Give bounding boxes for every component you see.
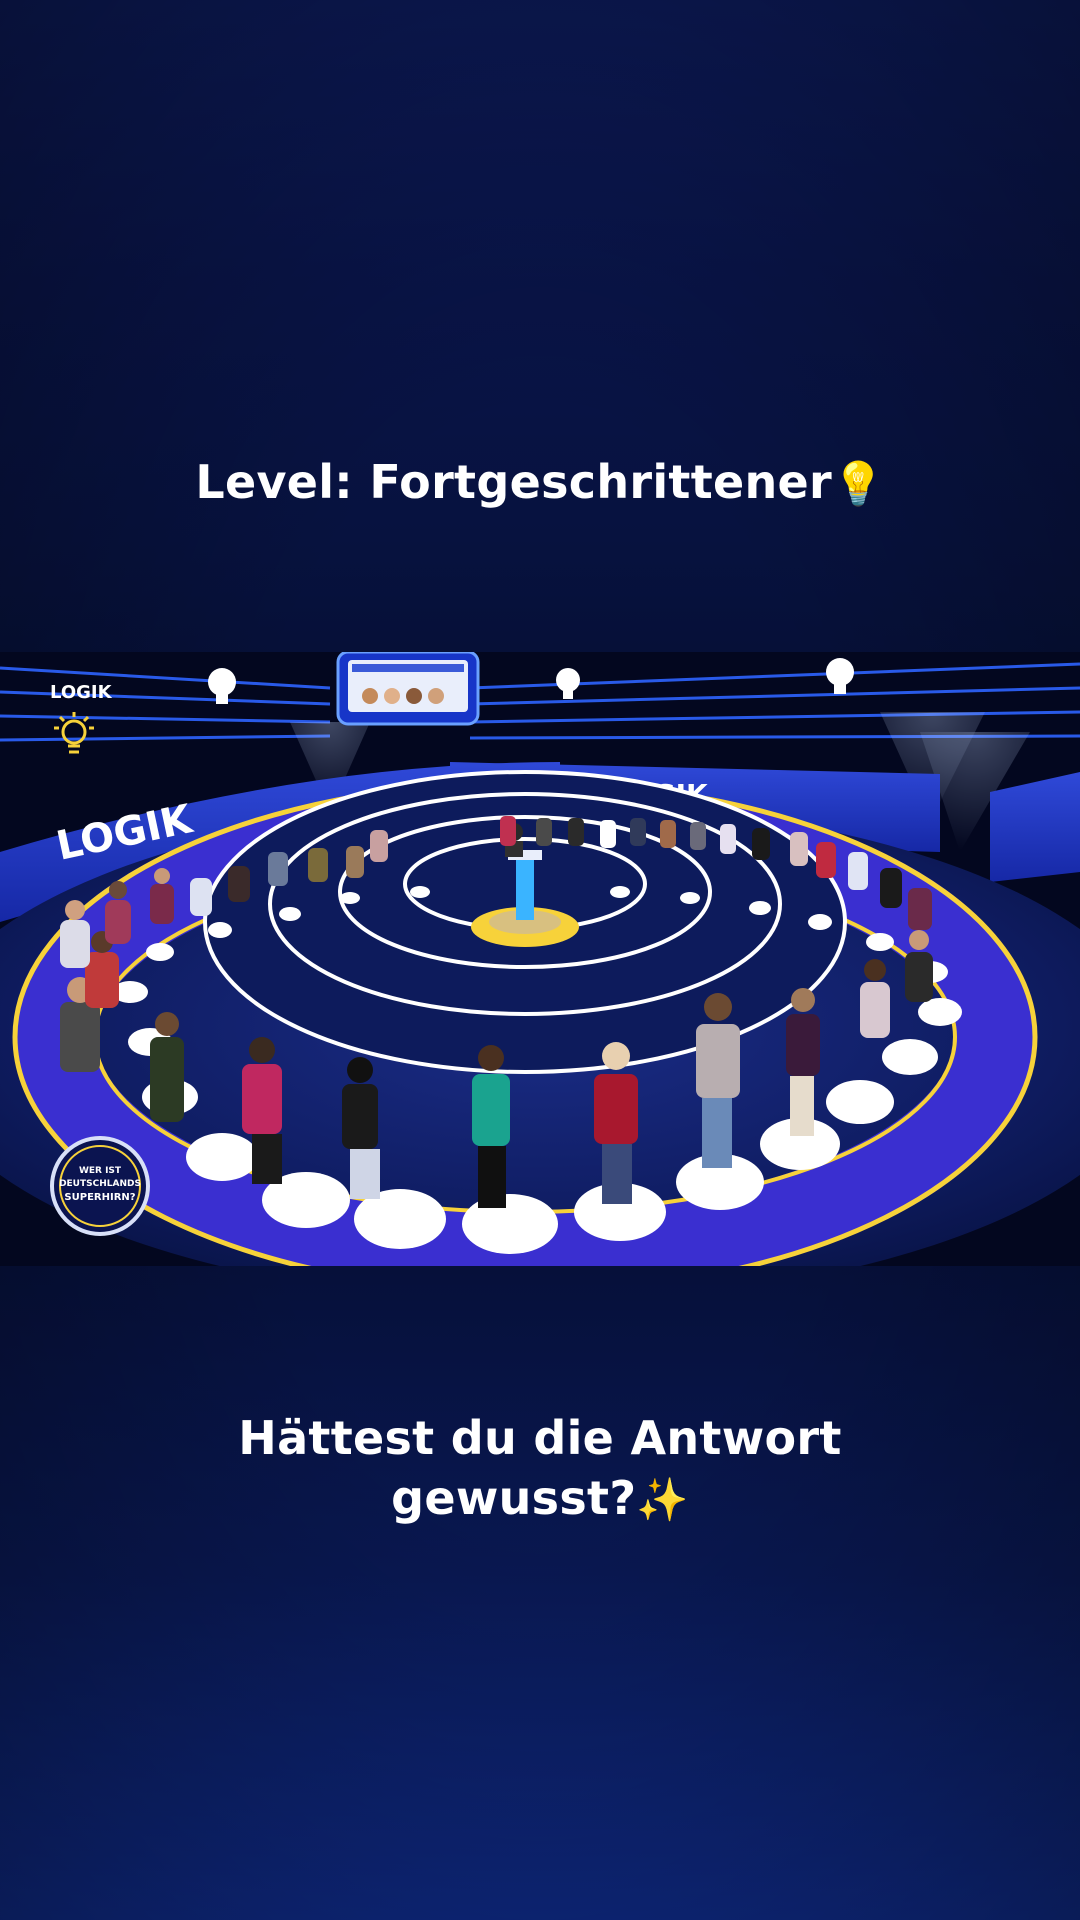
show-logo-line1: WER IST: [79, 1166, 122, 1176]
lightbulb-icon: 💡: [832, 459, 885, 508]
show-logo-line3: SUPERHIRN?: [64, 1192, 135, 1203]
video-frame[interactable]: LOGIK LOGIK LOGIK: [0, 652, 1080, 1266]
bottom-caption-line2: gewusst?: [391, 1471, 637, 1525]
game-show-scene: LOGIK LOGIK LOGIK: [0, 652, 1080, 1266]
show-logo-badge: WER IST DEUTSCHLANDS SUPERHIRN?: [50, 1136, 150, 1236]
host-podium: [516, 858, 534, 920]
sparkles-icon: ✨: [636, 1475, 689, 1524]
top-caption-text: Level: Fortgeschrittener: [195, 455, 833, 509]
bottom-caption-line1: Hättest du die Antwort: [238, 1411, 842, 1465]
bottom-caption: Hättest du die Antwort gewusst?✨: [0, 1408, 1080, 1530]
overhead-question-screen: [336, 652, 480, 726]
corner-logo-text: LOGIK: [50, 682, 113, 703]
bottom-caption-line2-wrap: gewusst?✨: [0, 1468, 1080, 1530]
top-caption: Level: Fortgeschrittener💡: [0, 452, 1080, 514]
show-logo-line2: DEUTSCHLANDS: [59, 1179, 141, 1189]
